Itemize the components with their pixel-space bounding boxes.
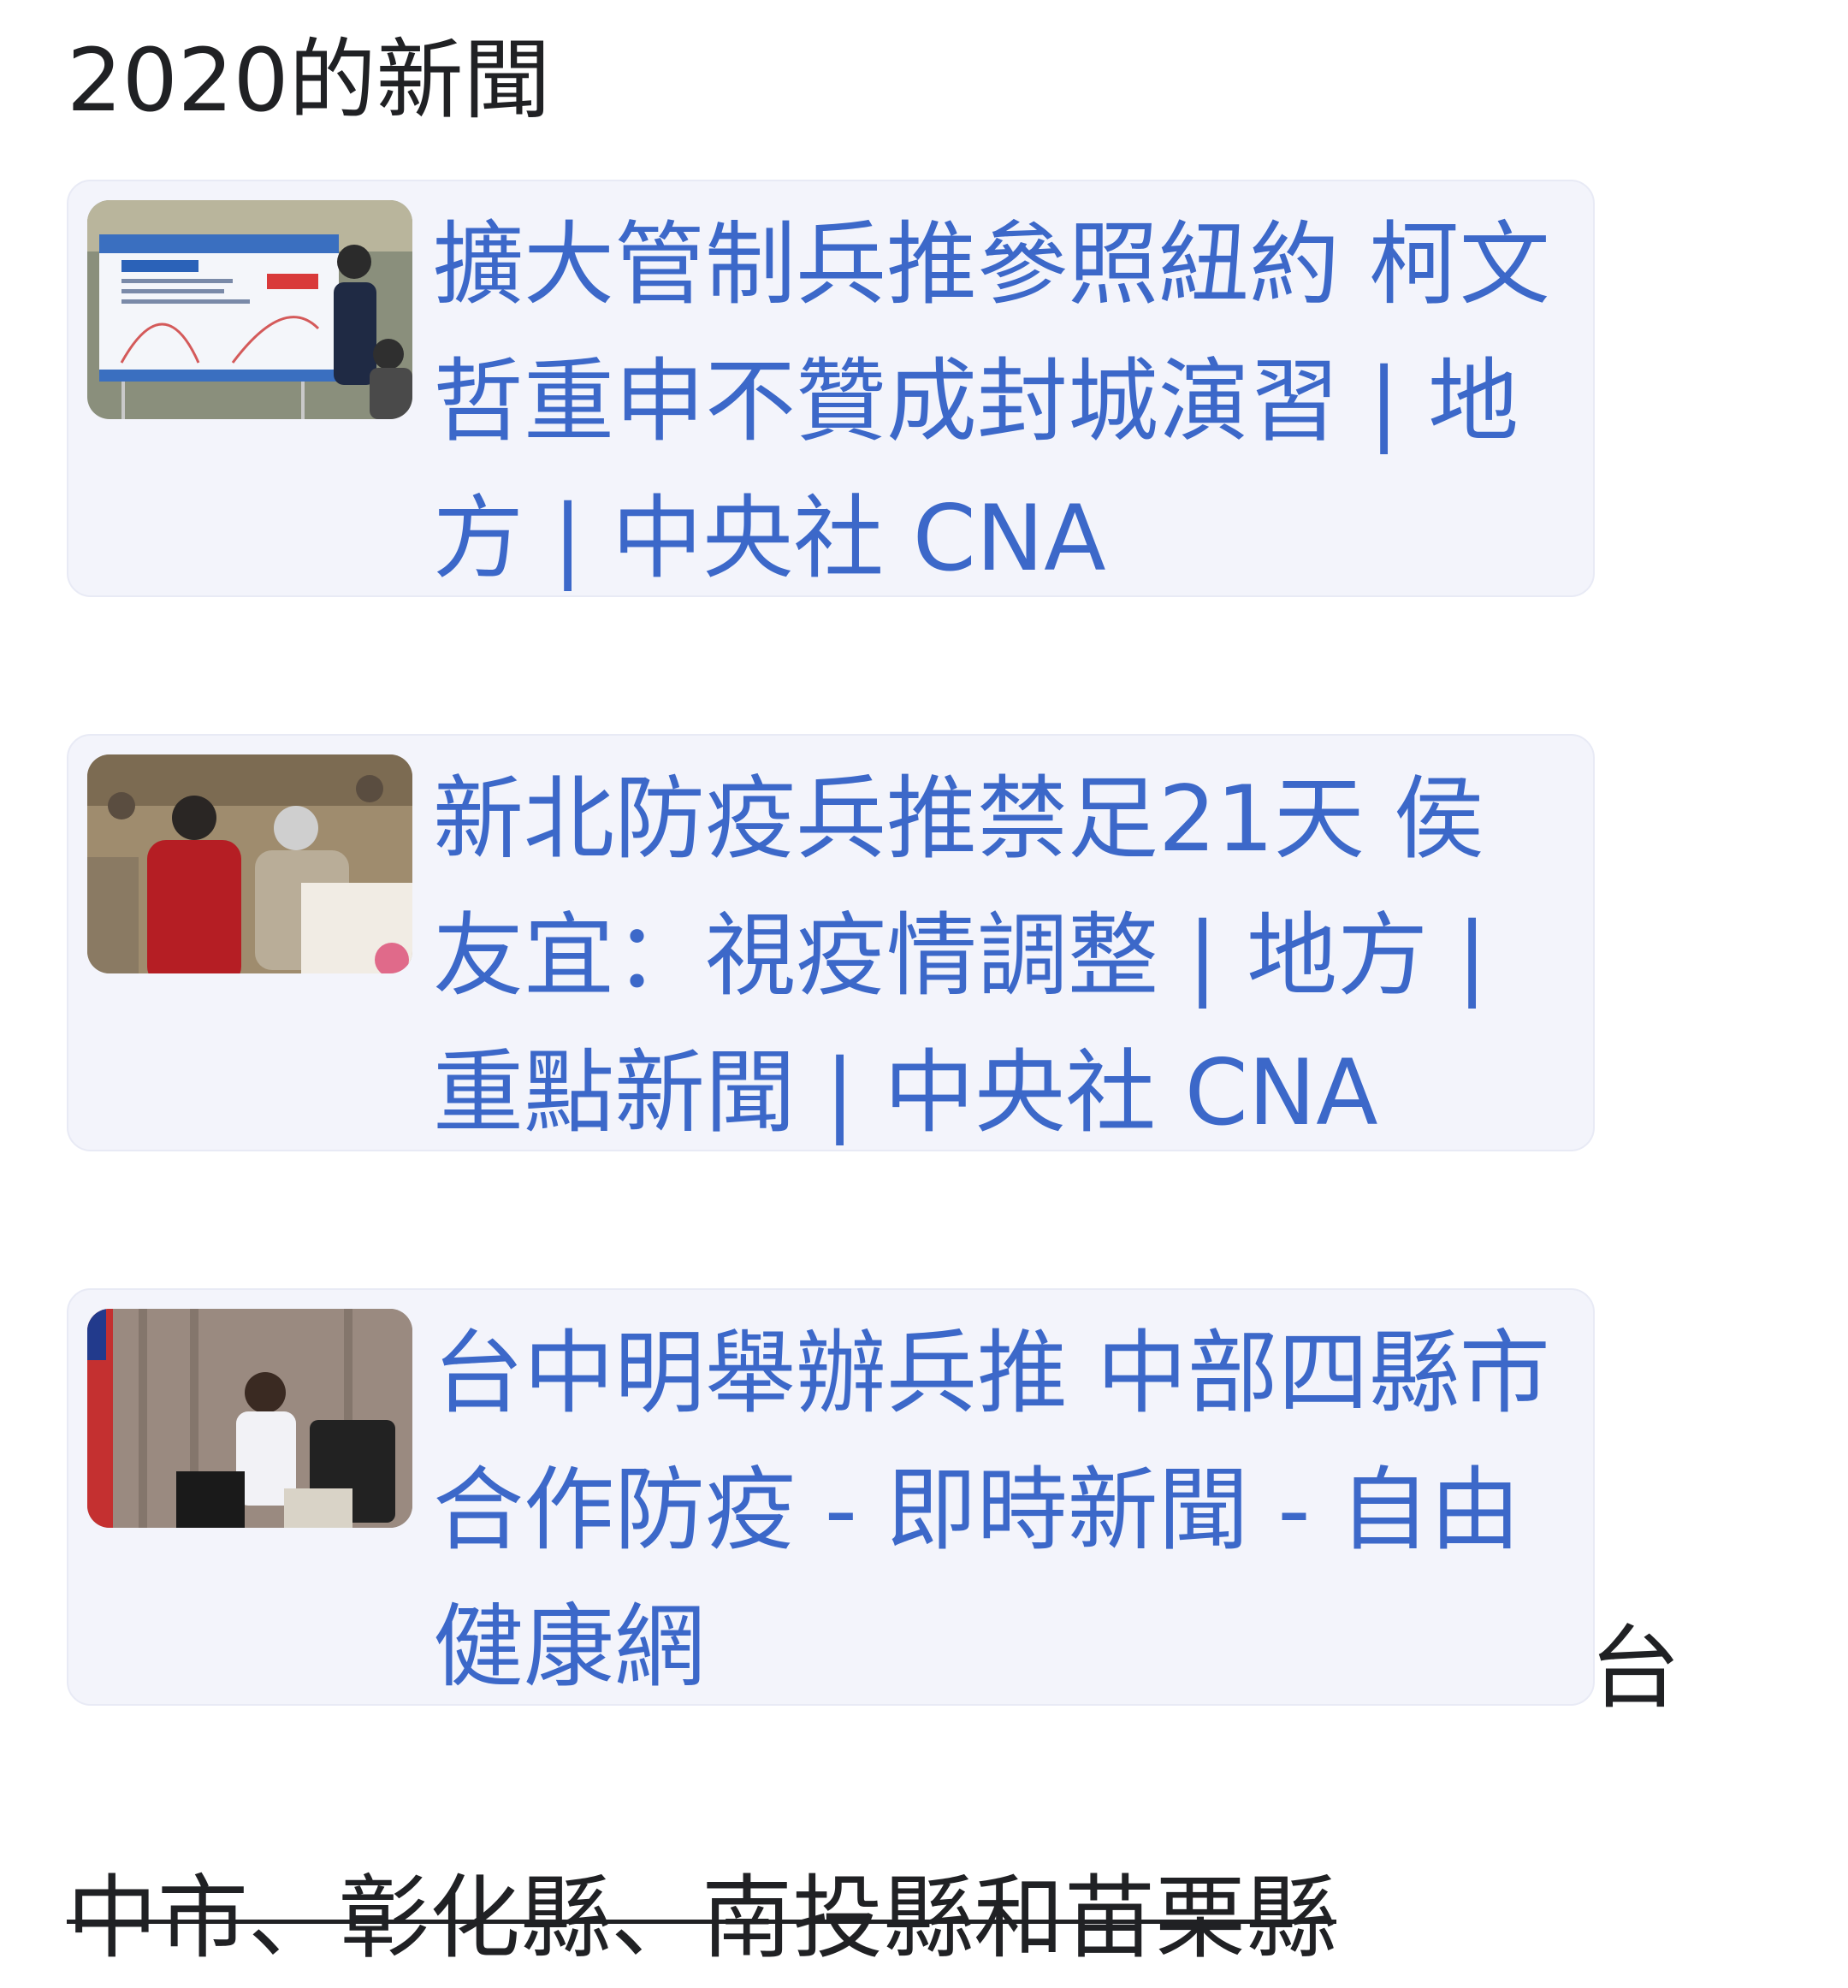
trailing-text: 台	[1590, 1616, 1680, 1721]
section-heading: 2020的新聞	[67, 30, 551, 132]
news-card-3[interactable]: 台中明舉辦兵推 中部四縣市合作防疫 - 即時新聞 - 自由健康網	[67, 1288, 1595, 1706]
news-title-1[interactable]: 擴大管制兵推參照紐約 柯文哲重申不贊成封城演習 | 地方 | 中央社 CNA	[433, 197, 1571, 607]
news-thumbnail-3[interactable]	[87, 1309, 412, 1528]
news-thumbnail-2[interactable]	[87, 754, 412, 973]
struck-through-text: 中市、彰化縣、南投縣和苗栗縣	[67, 1866, 1336, 1971]
news-title-2[interactable]: 新北防疫兵推禁足21天 侯友宜：視疫情調整 | 地方 | 重點新聞 | 中央社 …	[433, 751, 1571, 1162]
news-title-3[interactable]: 台中明舉辦兵推 中部四縣市合作防疫 - 即時新聞 - 自由健康網	[433, 1305, 1571, 1716]
news-thumbnail-1[interactable]	[87, 200, 412, 419]
news-card-1[interactable]: 擴大管制兵推參照紐約 柯文哲重申不贊成封城演習 | 地方 | 中央社 CNA	[67, 180, 1595, 597]
news-card-2[interactable]: 新北防疫兵推禁足21天 侯友宜：視疫情調整 | 地方 | 重點新聞 | 中央社 …	[67, 734, 1595, 1151]
